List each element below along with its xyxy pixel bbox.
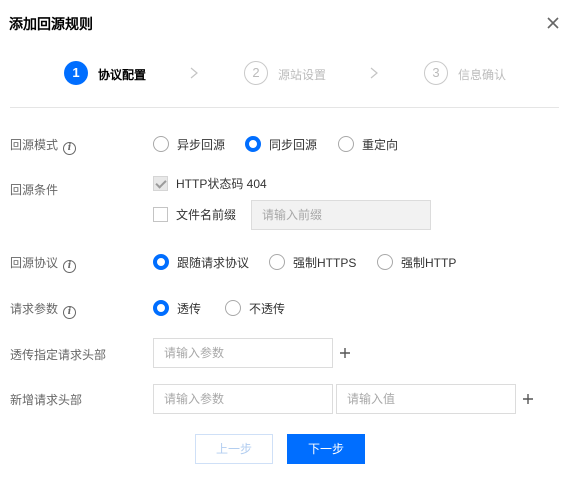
radio-circle-checked[interactable] — [245, 136, 261, 152]
checkbox-box — [153, 175, 168, 191]
step-3-number: 3 — [424, 61, 448, 85]
step-indicator: 1 协议配置 2 源站设置 3 信息确认 — [0, 60, 577, 88]
info-icon[interactable]: i — [63, 306, 77, 319]
radio-circle[interactable] — [338, 136, 354, 152]
checkbox-label: HTTP状态码 404 — [176, 176, 267, 191]
step-1-label: 协议配置 — [98, 68, 147, 82]
origin-mode-redirect-radio[interactable]: 重定向 — [338, 136, 398, 152]
radio-label: 重定向 — [362, 137, 399, 152]
new-headers-label: 新增请求头部 — [10, 393, 83, 407]
step-2-number: 2 — [244, 61, 268, 85]
step-2-label: 源站设置 — [278, 68, 327, 82]
header-divider — [10, 107, 559, 108]
params-no-passthrough-radio[interactable]: 不透传 — [225, 300, 285, 316]
new-header-value-input[interactable] — [336, 384, 516, 414]
step-3-label: 信息确认 — [458, 68, 507, 82]
origin-mode-async-radio[interactable]: 异步回源 — [153, 136, 225, 152]
origin-mode-sync-radio[interactable]: 同步回源 — [245, 136, 317, 152]
add-new-header-icon[interactable] — [522, 393, 534, 405]
origin-protocol-label: 回源协议 i — [10, 254, 77, 273]
origin-mode-label: 回源模式 i — [10, 136, 77, 155]
radio-label: 强制HTTPS — [293, 255, 357, 270]
dialog-title: 添加回源规则 — [9, 16, 93, 32]
request-params-label: 请求参数 i — [10, 300, 77, 319]
prev-step-button[interactable]: 上一步 — [195, 434, 273, 464]
radio-circle[interactable] — [153, 136, 169, 152]
new-header-param-input[interactable] — [153, 384, 333, 414]
params-passthrough-radio[interactable]: 透传 — [153, 300, 201, 316]
step-arrow-icon — [190, 67, 198, 79]
close-icon[interactable] — [544, 14, 562, 32]
passthrough-headers-input[interactable] — [153, 338, 333, 368]
http-status-404-checkbox: HTTP状态码 404 — [153, 175, 267, 191]
info-icon[interactable]: i — [63, 260, 77, 273]
step-1-number: 1 — [64, 61, 88, 85]
radio-circle[interactable] — [269, 254, 285, 270]
protocol-follow-radio[interactable]: 跟随请求协议 — [153, 254, 249, 270]
radio-circle-checked[interactable] — [153, 254, 169, 270]
checkbox-label: 文件名前缀 — [176, 207, 237, 222]
step-arrow-icon — [370, 67, 378, 79]
file-prefix-checkbox[interactable]: 文件名前缀 — [153, 206, 236, 222]
protocol-http-radio[interactable]: 强制HTTP — [377, 254, 456, 270]
protocol-https-radio[interactable]: 强制HTTPS — [269, 254, 356, 270]
add-passthrough-header-icon[interactable] — [339, 347, 351, 359]
next-step-button[interactable]: 下一步 — [287, 434, 365, 464]
radio-circle[interactable] — [377, 254, 393, 270]
passthrough-headers-label: 透传指定请求头部 — [10, 348, 107, 362]
origin-condition-label: 回源条件 — [10, 183, 59, 197]
radio-label: 不透传 — [249, 301, 286, 316]
radio-label: 跟随请求协议 — [177, 255, 250, 270]
file-prefix-input — [251, 200, 431, 230]
checkbox-box[interactable] — [153, 206, 168, 222]
radio-label: 同步回源 — [269, 137, 318, 152]
radio-label: 异步回源 — [177, 137, 226, 152]
info-icon[interactable]: i — [63, 142, 77, 155]
radio-circle[interactable] — [225, 300, 241, 316]
radio-label: 透传 — [177, 301, 202, 316]
radio-circle-checked[interactable] — [153, 300, 169, 316]
radio-label: 强制HTTP — [401, 255, 457, 270]
